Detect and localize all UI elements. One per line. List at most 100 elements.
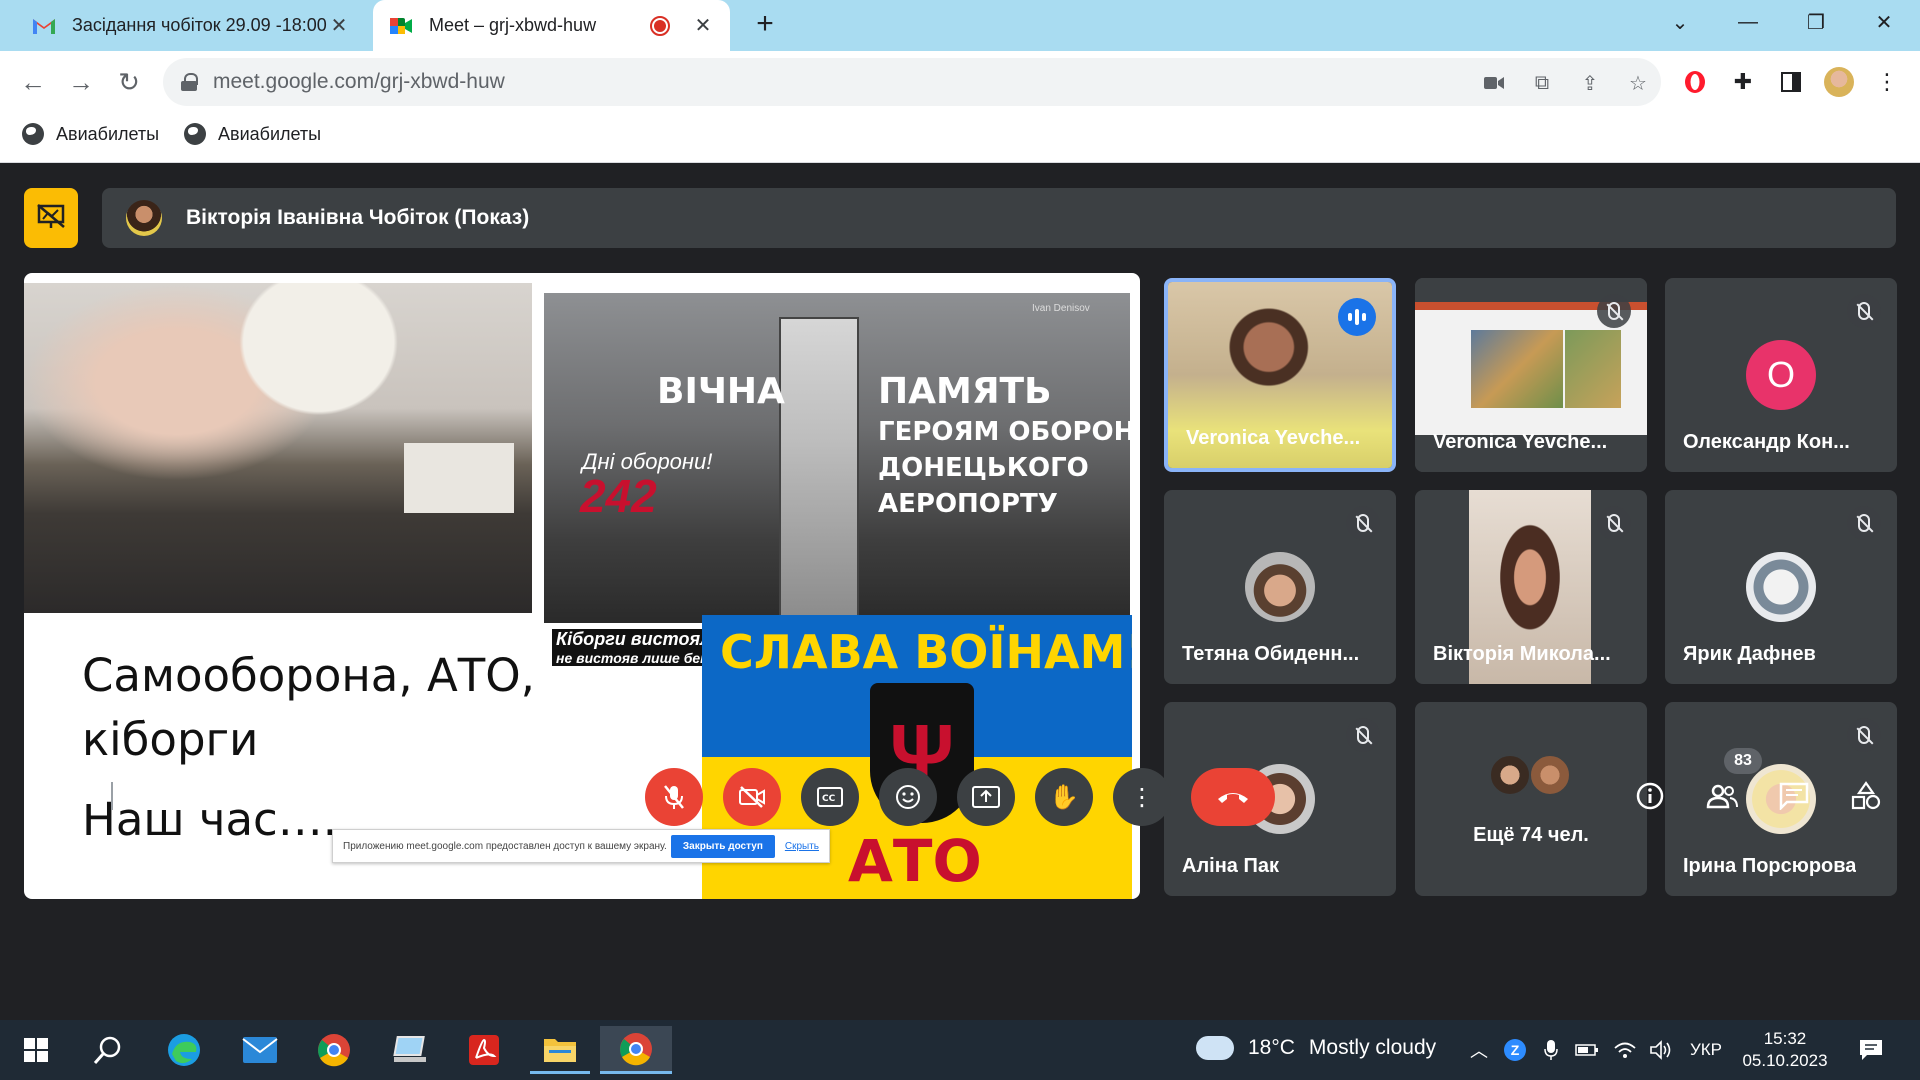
hide-banner-link[interactable]: Скрыть: [785, 841, 819, 852]
close-icon[interactable]: ✕: [692, 15, 714, 37]
chevron-up-icon[interactable]: ︿: [1464, 1036, 1494, 1064]
participant-name: Тетяна Обиденн...: [1182, 643, 1360, 665]
windows-taskbar: 18°C Mostly cloudy ︿ Z УКР 15:32 05.10.2…: [0, 1020, 1920, 1080]
maidan-photo: [24, 283, 532, 613]
system-clock[interactable]: 15:32 05.10.2023: [1740, 1028, 1830, 1072]
browser-menu-icon[interactable]: ⋮: [1870, 65, 1904, 99]
restore-button[interactable]: ❐: [1786, 0, 1846, 44]
weather-temperature: 18°C: [1248, 1036, 1295, 1059]
battery-icon[interactable]: [1572, 1036, 1602, 1064]
people-button[interactable]: [1700, 774, 1744, 818]
wifi-icon[interactable]: [1610, 1036, 1640, 1064]
memorial-sub2: ДОНЕЦЬКОГО: [878, 453, 1089, 483]
opera-extension-icon[interactable]: [1678, 65, 1712, 99]
tab-meet[interactable]: Meet – grj-xbwd-huw ✕: [373, 0, 730, 51]
participant-tile[interactable]: Вікторія Микола...: [1415, 490, 1647, 684]
camera-icon[interactable]: [1481, 70, 1507, 96]
input-language[interactable]: УКР: [1684, 1036, 1728, 1064]
participant-name: Veronica Yevche...: [1186, 427, 1361, 449]
new-tab-button[interactable]: +: [748, 8, 782, 42]
memorial-sub1: ГЕРОЯМ ОБОРОНИ: [878, 417, 1140, 447]
presenter-bar[interactable]: Вікторія Іванівна Чобіток (Показ): [102, 188, 1896, 248]
more-options-button[interactable]: ⋮: [1113, 768, 1171, 826]
activities-button[interactable]: [1844, 774, 1888, 818]
svg-text:CC: CC: [822, 794, 836, 804]
participant-tile[interactable]: Ярик Дафнев: [1665, 490, 1897, 684]
avatar: О: [1746, 340, 1816, 410]
profile-avatar[interactable]: [1822, 65, 1856, 99]
participant-tile[interactable]: О Олександр Кон...: [1665, 278, 1897, 472]
screen-share-banner: Приложению meet.google.com предоставлен …: [332, 829, 830, 863]
volume-icon[interactable]: [1646, 1036, 1676, 1064]
lock-icon[interactable]: [181, 73, 198, 91]
computer-app-icon[interactable]: [380, 1026, 440, 1074]
close-window-button[interactable]: ✕: [1854, 0, 1914, 44]
raise-hand-button[interactable]: ✋: [1035, 768, 1093, 826]
bookmark-item[interactable]: Авиабилеты: [22, 123, 159, 145]
tab-title: Meet – grj-xbwd-huw: [429, 15, 597, 35]
memorial-line2: ПАМЯТЬ: [878, 371, 1052, 412]
avatar: [1529, 754, 1571, 796]
tab-search-chevron-icon[interactable]: ⌄: [1650, 0, 1710, 44]
camera-off-button[interactable]: [723, 768, 781, 826]
microphone-icon[interactable]: [1536, 1036, 1566, 1064]
leave-call-button[interactable]: [1191, 768, 1275, 826]
present-screen-button[interactable]: [957, 768, 1015, 826]
meeting-details-button[interactable]: [1628, 774, 1672, 818]
weather-widget[interactable]: 18°C Mostly cloudy: [1196, 1028, 1437, 1060]
captions-button[interactable]: CC: [801, 768, 859, 826]
meet-icon: [389, 14, 413, 38]
participant-tile-overflow[interactable]: Ещё 74 чел.: [1415, 702, 1647, 896]
url-text[interactable]: meet.google.com/grj-xbwd-huw: [213, 70, 505, 94]
side-panel-icon[interactable]: [1774, 65, 1808, 99]
muted-mic-icon: [1847, 506, 1881, 540]
bookmark-label: Авиабилеты: [218, 123, 322, 144]
stop-sharing-button[interactable]: Закрыть доступ: [670, 834, 775, 858]
close-icon[interactable]: ✕: [328, 15, 350, 37]
slide-thumbnail: [1471, 330, 1563, 408]
notifications-icon[interactable]: [1856, 1036, 1886, 1064]
chrome-icon[interactable]: [304, 1026, 364, 1074]
share-icon[interactable]: ⇪: [1577, 70, 1603, 96]
reload-button[interactable]: ↻: [112, 65, 146, 99]
edge-browser-icon[interactable]: [154, 1026, 214, 1074]
bookmark-star-icon[interactable]: ☆: [1625, 70, 1651, 96]
file-explorer-icon[interactable]: [530, 1026, 590, 1074]
tab-gmail[interactable]: Засідання чобіток 29.09 -18:00 ✕: [16, 0, 366, 51]
search-icon[interactable]: [78, 1026, 138, 1074]
presentation-off-icon: [36, 203, 66, 234]
presenter-name: Вікторія Іванівна Чобіток (Показ): [186, 206, 530, 229]
participant-tile[interactable]: Veronica Yevche...: [1164, 278, 1396, 472]
chrome-active-icon[interactable]: [600, 1026, 672, 1074]
muted-mic-icon: [1597, 294, 1631, 328]
start-button[interactable]: [6, 1026, 66, 1074]
muted-mic-icon: [1847, 294, 1881, 328]
bookmark-item[interactable]: Авиабилеты: [184, 123, 321, 145]
emoji-reactions-button[interactable]: [879, 768, 937, 826]
address-bar[interactable]: meet.google.com/grj-xbwd-huw ⧉ ⇪ ☆: [163, 58, 1661, 106]
participant-tile[interactable]: Veronica Yevche...: [1415, 278, 1647, 472]
mail-icon[interactable]: [230, 1026, 290, 1074]
minimize-button[interactable]: —: [1718, 0, 1778, 44]
memorial-sub3: АЕРОПОРТУ: [878, 489, 1058, 519]
participant-tile[interactable]: Тетяна Обиденн...: [1164, 490, 1396, 684]
slide-thumbnail: [1565, 330, 1621, 408]
chat-button[interactable]: [1772, 774, 1816, 818]
more-participants-count: Ещё 74 чел.: [1473, 824, 1589, 846]
flag-title: СЛАВА ВОЇНАМ!: [720, 625, 1132, 679]
flag-ato: АТО: [848, 827, 982, 895]
share-message: Приложению meet.google.com предоставлен …: [343, 840, 667, 852]
acrobat-reader-icon[interactable]: [454, 1026, 514, 1074]
slide-text-line2: кіборги: [82, 713, 259, 766]
open-external-icon[interactable]: ⧉: [1529, 70, 1555, 96]
stop-presenting-button[interactable]: [24, 188, 78, 248]
meeting-clock: 15:32: [36, 784, 93, 809]
weather-description: Mostly cloudy: [1308, 1036, 1437, 1059]
forward-button[interactable]: →: [64, 65, 98, 99]
participant-name: Аліна Пак: [1182, 855, 1279, 877]
avatar: [126, 200, 162, 236]
back-button[interactable]: ←: [16, 65, 50, 99]
extensions-puzzle-icon[interactable]: ✚: [1726, 65, 1760, 99]
zoom-tray-icon[interactable]: Z: [1500, 1036, 1530, 1064]
mic-off-button[interactable]: [645, 768, 703, 826]
